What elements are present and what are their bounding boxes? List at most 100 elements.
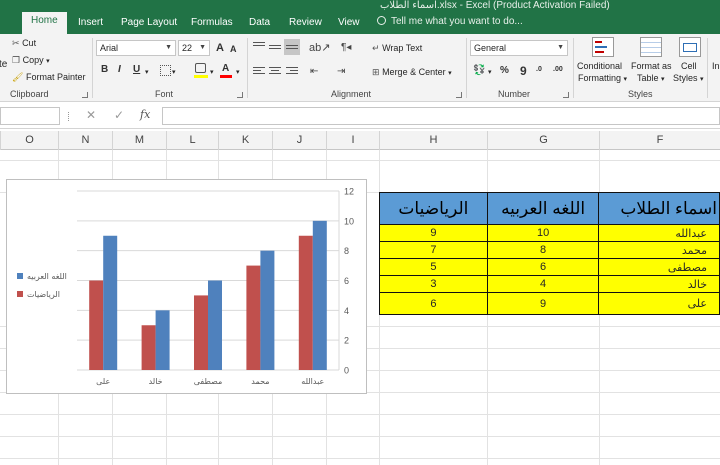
column-header-i[interactable]: I [326,131,379,150]
italic-button[interactable]: I [118,64,121,75]
chevron-down-icon[interactable]: ▾ [172,68,176,76]
decrease-indent-icon[interactable]: ⇤ [310,66,318,77]
tab-page-layout[interactable]: Page Layout [121,16,177,34]
cell-name[interactable]: مصطفى [598,258,720,276]
column-header-m[interactable]: M [112,131,166,150]
tab-view[interactable]: View [338,16,360,34]
chart-area[interactable]: 0 2 4 6 8 10 12 على خالد مصطفى محمد عبدالله اللغه ال… [6,179,367,394]
cell-styles-icon[interactable] [679,37,701,57]
cell-name[interactable]: على [598,292,720,315]
cell-arabic[interactable]: 4 [486,275,600,293]
tab-review[interactable]: Review [289,16,322,34]
cell-arabic[interactable]: 9 [486,292,600,315]
tab-data[interactable]: Data [249,16,270,34]
conditional-formatting-label2[interactable]: Formatting ▾ [578,73,627,83]
font-name-dropdown[interactable]: Arial ▼ [96,40,176,56]
number-format-dropdown[interactable]: General ▼ [470,40,568,56]
column-header-g[interactable]: G [487,131,599,150]
cell-math[interactable]: 9 [379,224,488,242]
cell-name[interactable]: محمد [598,241,720,259]
format-as-table-icon[interactable] [640,37,662,57]
percent-button[interactable]: % [500,65,509,76]
fill-color-icon[interactable] [195,63,206,73]
cell-styles-button[interactable]: Cell [681,61,697,71]
tab-home[interactable]: Home [22,12,67,34]
comma-style-button[interactable]: 9 [520,64,527,78]
paste-button[interactable]: te [0,59,7,70]
cell-name[interactable]: عبدالله [598,224,720,242]
bold-button[interactable]: B [101,64,108,75]
column-header-n[interactable]: N [58,131,112,150]
column-header-l[interactable]: L [166,131,218,150]
clipboard-launcher-icon[interactable] [82,92,88,98]
bar-chart[interactable]: 0 2 4 6 8 10 12 على خالد مصطفى محمد عبدالله اللغه ال… [7,180,368,395]
grow-font-button[interactable]: A [216,42,224,54]
align-bottom-button[interactable] [284,39,300,55]
tab-insert[interactable]: Insert [78,16,103,34]
cell-math[interactable]: 6 [379,292,488,315]
copy-button[interactable]: ❐ Copy ▾ [12,55,50,66]
font-color-button[interactable]: A [222,63,229,74]
increase-decimal-button[interactable]: .0 [536,66,542,73]
column-header-f[interactable]: F [599,131,720,150]
rtl-direction-icon[interactable]: ¶◂ [341,42,351,53]
decrease-decimal-button[interactable]: .00 [553,66,563,73]
chevron-down-icon[interactable]: ▾ [210,68,214,76]
currency-icon[interactable]: 💱 [473,65,485,76]
cell-math[interactable]: 3 [379,275,488,293]
tell-me-box[interactable]: Tell me what you want to do... [377,16,523,27]
lightbulb-icon [377,16,386,25]
cell-arabic[interactable]: 10 [486,224,600,242]
align-left-icon[interactable] [253,67,265,76]
conditional-formatting-icon[interactable] [592,37,614,57]
format-as-table-label2[interactable]: Table ▾ [637,73,665,83]
cell-styles-label2[interactable]: Styles ▾ [673,73,704,83]
cell-math[interactable]: 5 [379,258,488,276]
formula-bar-grip [68,112,70,121]
underline-button[interactable]: U [133,64,140,75]
shrink-font-button[interactable]: A [230,44,237,54]
cell-arabic[interactable]: 8 [486,241,600,259]
wrap-text-button[interactable]: ↵ Wrap Text [372,43,422,54]
column-header-j[interactable]: J [272,131,326,150]
number-launcher-icon[interactable] [563,92,569,98]
chevron-down-icon[interactable]: ▾ [236,68,240,76]
font-launcher-icon[interactable] [237,92,243,98]
format-painter-button[interactable]: 🖌 Format Painter [12,72,85,83]
insert-cells-button[interactable]: In [712,61,720,71]
number-group-label: Number [498,89,531,99]
align-top-icon[interactable] [253,42,265,51]
orientation-icon[interactable]: ab↗ [309,41,330,54]
increase-indent-icon[interactable]: ⇥ [337,66,345,77]
cell-math[interactable]: 7 [379,241,488,259]
chevron-down-icon[interactable]: ▾ [488,68,492,76]
font-size-dropdown[interactable]: 22 ▼ [178,40,210,56]
name-box[interactable] [0,107,60,125]
header-student-names[interactable]: اسماء الطلاب [598,192,720,225]
column-header-o[interactable]: O [0,131,58,150]
align-middle-icon[interactable] [269,45,281,54]
x-tick-label: محمد [251,377,269,386]
grid-line [0,436,720,437]
align-center-icon[interactable] [269,67,281,76]
insert-function-icon[interactable]: fx [140,108,150,121]
cancel-icon[interactable]: ✕ [86,108,96,122]
chevron-down-icon[interactable]: ▾ [145,68,149,76]
cell-arabic[interactable]: 6 [486,258,600,276]
format-as-table-button[interactable]: Format as [631,61,672,71]
header-arabic[interactable]: اللغه العربيه [486,192,600,225]
merge-center-button[interactable]: ⊞ Merge & Center ▾ [372,67,452,78]
alignment-launcher-icon[interactable] [456,92,462,98]
column-header-k[interactable]: K [218,131,272,150]
cut-button[interactable]: ✂ Cut [12,38,36,49]
scissors-icon: ✂ [12,38,20,48]
formula-input[interactable] [162,107,720,125]
cell-name[interactable]: خالد [598,275,720,293]
enter-icon[interactable]: ✓ [114,108,124,122]
tab-formulas[interactable]: Formulas [191,16,233,34]
conditional-formatting-button[interactable]: Conditional [577,61,622,71]
borders-icon[interactable] [160,65,171,76]
column-header-h[interactable]: H [379,131,487,150]
align-right-icon[interactable] [286,67,298,76]
header-math[interactable]: الرياضيات [379,192,488,225]
